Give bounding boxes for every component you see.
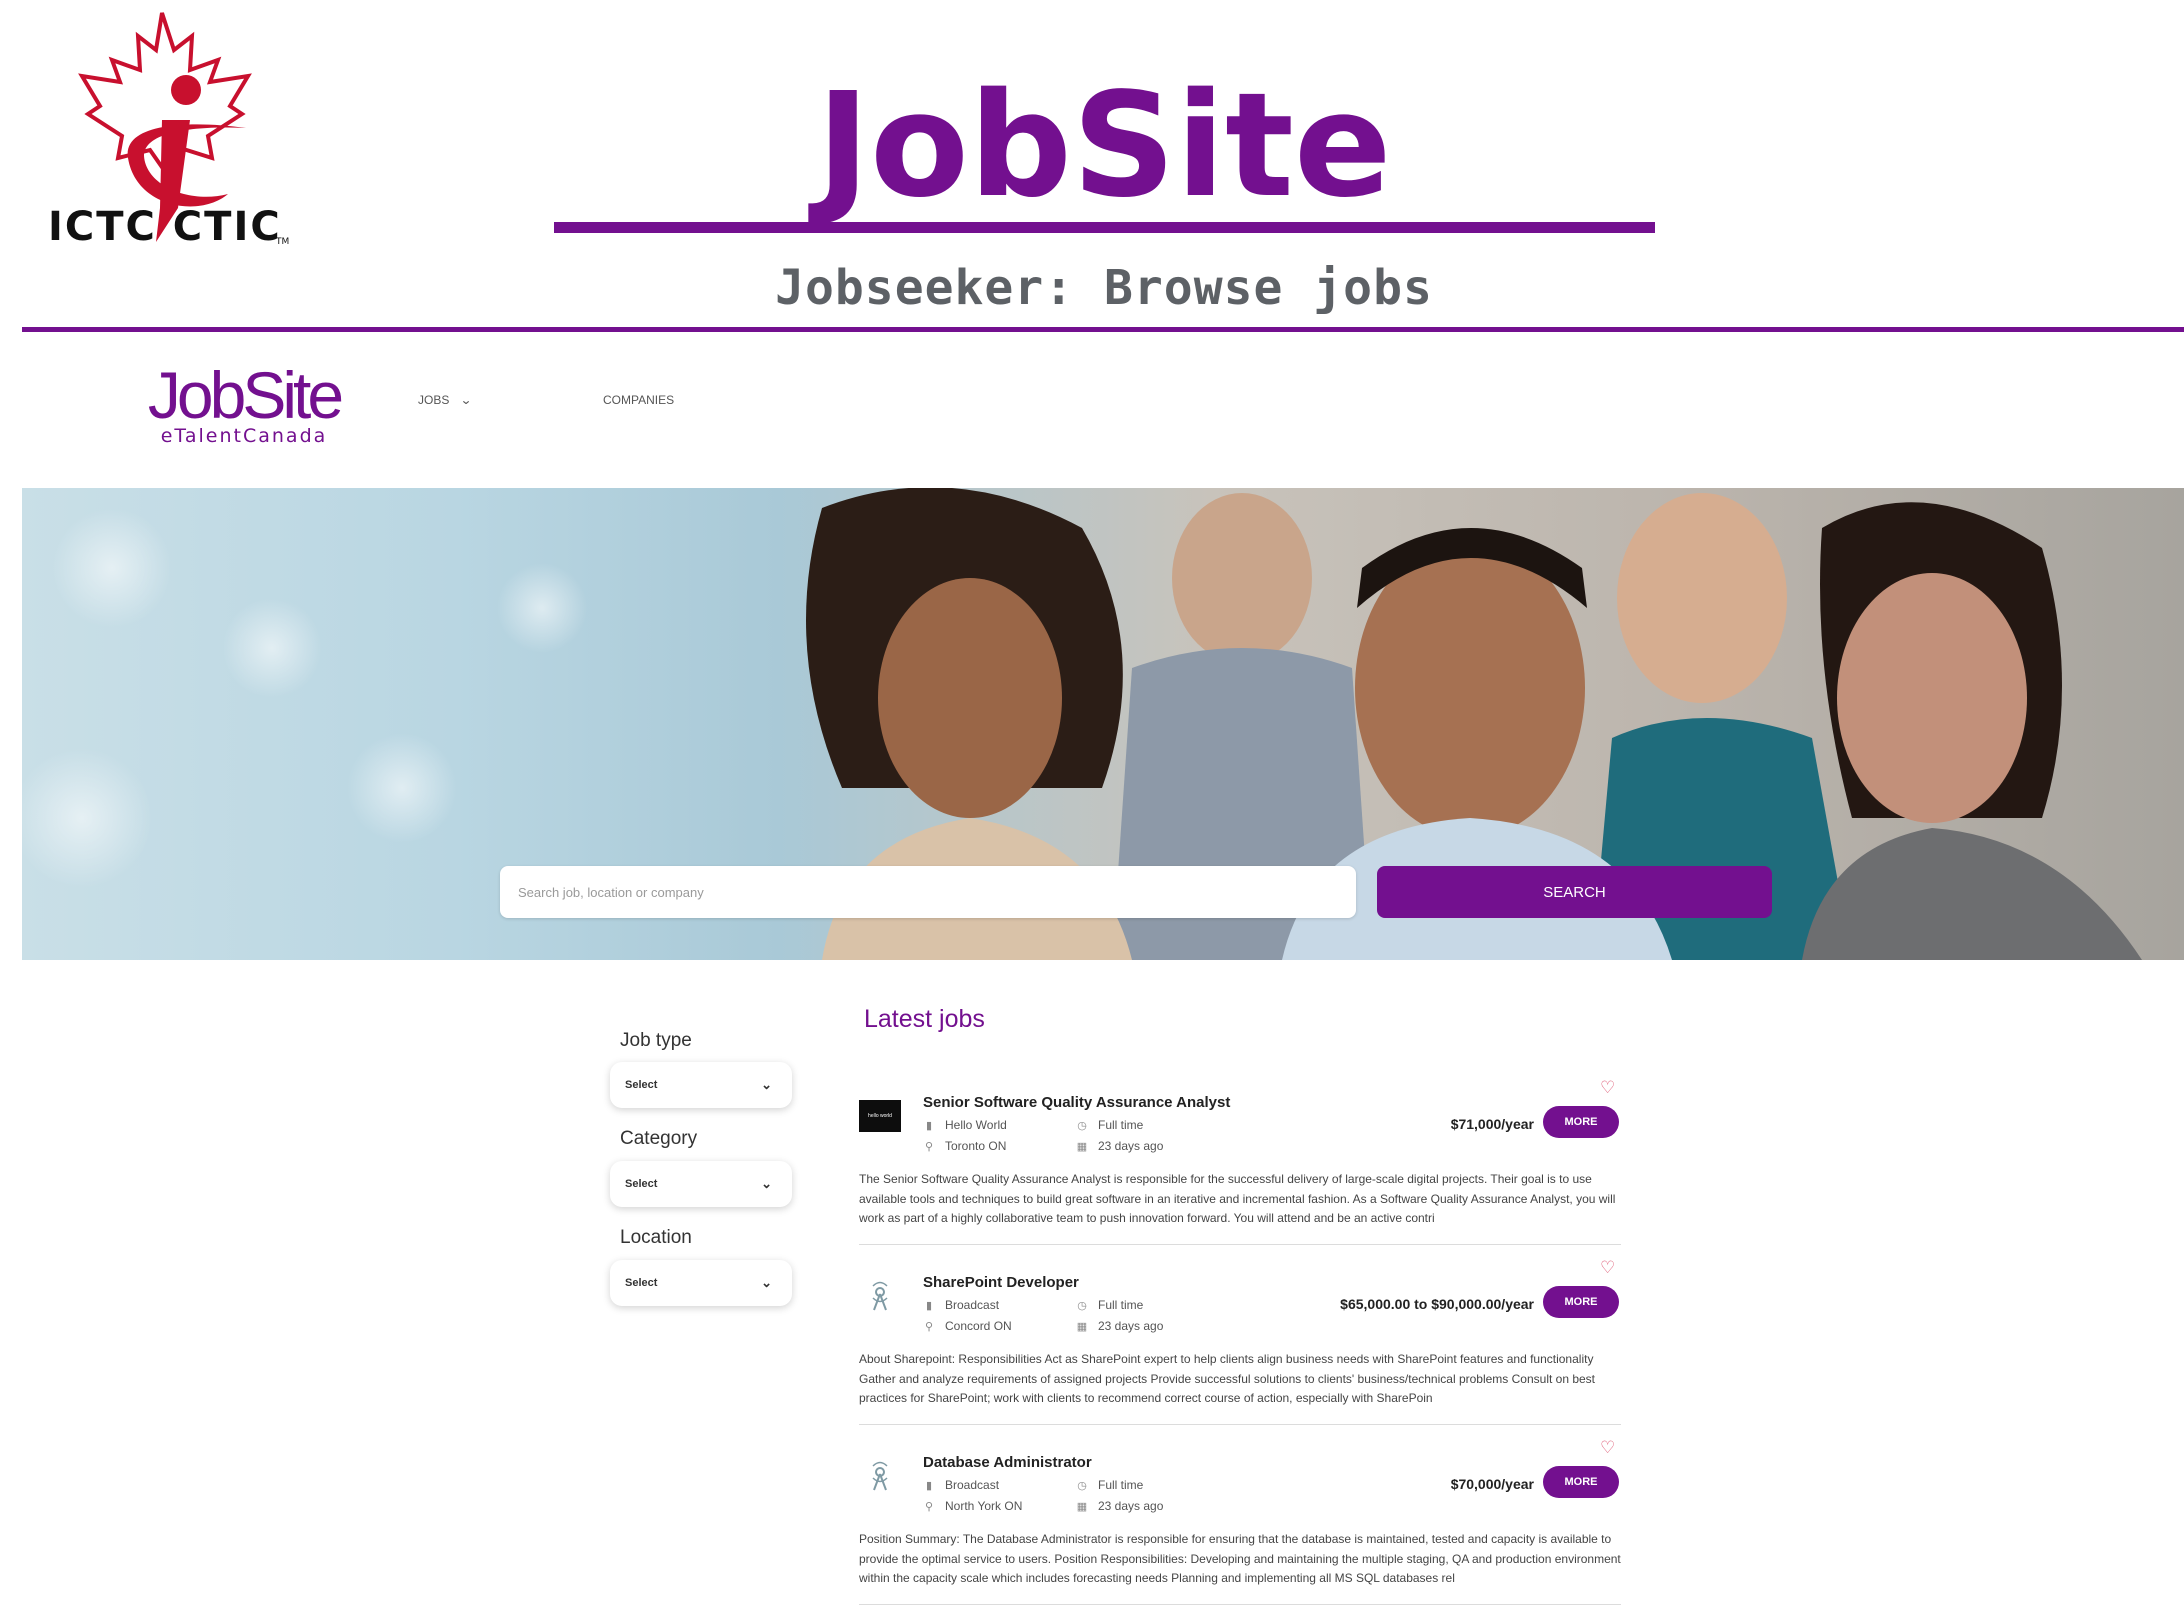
job-title[interactable]: SharePoint Developer [923,1274,1079,1291]
job-posted: ▦ 23 days ago [1076,1499,1164,1513]
more-button[interactable]: MORE [1543,1466,1619,1498]
calendar-icon: ▦ [1076,1320,1088,1333]
site-logo-tagline: eTalentCanada [160,425,328,447]
job-type: ◷ Full time [1077,1298,1144,1312]
building-icon: ▮ [925,1299,933,1312]
map-pin-icon: ⚲ [924,1500,934,1513]
hero-banner: SEARCH [22,488,2184,960]
broadcast-tower-icon [872,1281,888,1311]
category-select-value: Select [625,1178,658,1190]
filter-label-location: Location [620,1227,692,1248]
site-logo-wordmark: JobSite [147,358,344,432]
building-icon: ▮ [925,1119,933,1132]
location-select[interactable]: Select ⌄ [610,1260,792,1306]
job-divider [859,1244,1621,1245]
job-posted: ▦ 23 days ago [1076,1139,1164,1153]
calendar-icon: ▦ [1076,1140,1088,1153]
job-description: Position Summary: The Database Administr… [859,1532,1621,1585]
job-description: About Sharepoint: Responsibilities Act a… [859,1352,1596,1405]
job-type: ◷ Full time [1077,1118,1144,1132]
job-location: ⚲ North York ON [924,1499,1023,1513]
job-divider [859,1424,1621,1425]
job-company: ▮ Hello World [923,1118,1007,1132]
job-posted: ▦ 23 days ago [1076,1319,1164,1333]
job-location: ⚲ Toronto ON [924,1139,1007,1153]
building-icon: ▮ [925,1479,933,1492]
maple-leaf-logo-icon: ICTC CTIC TM [48,12,289,250]
job-description: The Senior Software Quality Assurance An… [859,1172,1616,1225]
chevron-down-icon: ⌄ [761,1176,772,1191]
job-salary: $71,000/year [1450,1116,1534,1132]
heart-icon[interactable]: ♡ [1600,1078,1615,1098]
map-pin-icon: ⚲ [924,1320,934,1333]
slide-title: JobSite [816,61,1392,229]
chevron-down-icon: ⌄ [460,393,473,407]
job-title[interactable]: Senior Software Quality Assurance Analys… [923,1094,1230,1111]
job-type: ◷ Full time [1077,1478,1144,1492]
broadcast-tower-icon [872,1461,888,1491]
svg-text:ICTC CTIC: ICTC CTIC [48,204,282,250]
job-type-select-value: Select [625,1079,658,1091]
title-underline [554,222,1655,233]
job-title[interactable]: Database Administrator [923,1454,1092,1471]
nav-jobs-label: JOBS [418,393,450,407]
filter-label-job-type: Job type [620,1030,692,1051]
chevron-down-icon: ⌄ [761,1275,772,1290]
site-logo[interactable]: JobSite eTalentCanada [144,362,344,448]
company-logo: hello world [859,1100,901,1132]
job-salary: $70,000/year [1450,1476,1534,1492]
chevron-down-icon: ⌄ [761,1077,772,1092]
nav-jobs-dropdown[interactable]: JOBS ⌄ [418,390,473,410]
clock-icon: ◷ [1077,1479,1087,1492]
header-divider [22,327,2184,332]
job-salary: $65,000.00 to $90,000.00/year [1340,1296,1534,1312]
filter-label-category: Category [620,1128,698,1149]
calendar-icon: ▦ [1076,1500,1088,1513]
clock-icon: ◷ [1077,1299,1087,1312]
company-logo [859,1280,901,1312]
svg-text:TM: TM [275,237,289,247]
job-search-input[interactable] [500,866,1356,918]
category-select[interactable]: Select ⌄ [610,1161,792,1207]
job-company: ▮ Broadcast [923,1478,999,1492]
more-button[interactable]: MORE [1543,1286,1619,1318]
location-select-value: Select [625,1277,658,1289]
search-button[interactable]: SEARCH [1377,866,1772,918]
ictc-logo: ICTC CTIC TM [40,8,300,258]
latest-jobs-heading: Latest jobs [864,1005,985,1033]
job-type-select[interactable]: Select ⌄ [610,1062,792,1108]
heart-icon[interactable]: ♡ [1600,1438,1615,1458]
job-company: ▮ Broadcast [923,1298,999,1312]
nav-companies-link[interactable]: COMPANIES [603,390,674,410]
more-button[interactable]: MORE [1543,1106,1619,1138]
heart-icon[interactable]: ♡ [1600,1258,1615,1278]
clock-icon: ◷ [1077,1119,1087,1132]
company-logo [859,1460,901,1492]
job-location: ⚲ Concord ON [924,1319,1012,1333]
job-divider [859,1604,1621,1605]
slide-subtitle: Jobseeker: Browse jobs [775,260,1433,316]
map-pin-icon: ⚲ [924,1140,934,1153]
